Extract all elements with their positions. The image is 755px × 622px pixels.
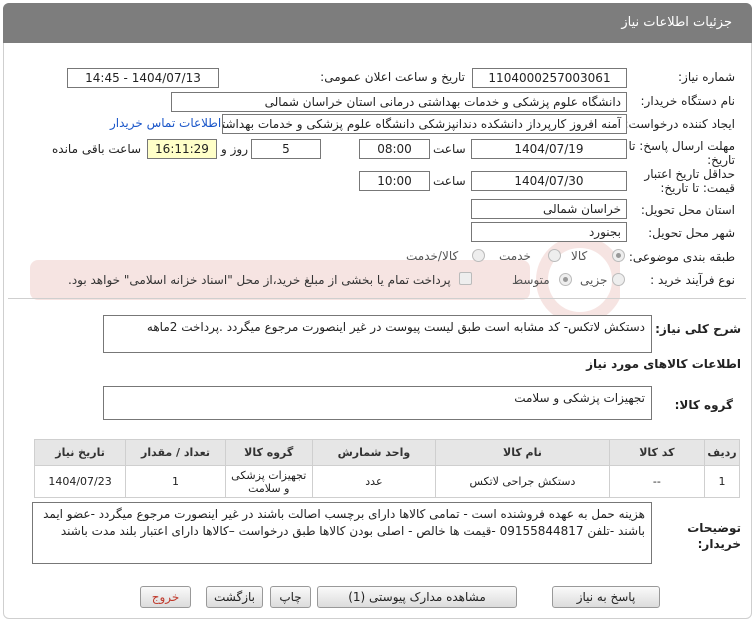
process-option-medium: متوسط [512, 273, 550, 287]
buyer-org-field: دانشگاه علوم پزشکی و خدمات بهداشتی درمان… [171, 92, 627, 112]
validity-time-label: ساعت [433, 174, 466, 188]
cell-unit: عدد [311, 465, 437, 498]
cell-qty: 1 [125, 465, 226, 498]
category-radio-goods[interactable] [612, 249, 625, 262]
category-radio-goods-service[interactable] [472, 249, 485, 262]
buyer-notes-label: توضیحات خریدار: [687, 521, 741, 551]
col-group-header: گروه کالا [224, 439, 313, 466]
goods-group-label: گروه کالا: [674, 398, 733, 412]
col-row-header: ردیف [704, 439, 740, 466]
need-number-field: 1104000257003061 [472, 68, 627, 88]
description-field: دستکش لاتکس- کد مشابه است طبق لیست پیوست… [103, 315, 652, 353]
deadline-date-field: 1404/07/19 [471, 139, 627, 159]
cell-row: 1 [704, 465, 740, 498]
cell-group: تجهیزات پزشکی و سلامت [224, 465, 313, 498]
reply-button[interactable]: پاسخ به نیاز [552, 586, 660, 608]
cell-date: 1404/07/23 [33, 465, 127, 498]
header-bar: جزئیات اطلاعات نیاز [3, 3, 752, 43]
province-label: استان محل تحویل: [640, 203, 735, 217]
validity-date-field: 1404/07/30 [471, 171, 627, 191]
validity-label: حداقل تاریخ اعتبار قیمت: تا تاریخ: [644, 167, 735, 195]
payment-checkbox[interactable] [459, 272, 472, 285]
col-unit-header: واحد شمارش [311, 439, 437, 466]
buyer-org-label: نام دستگاه خریدار: [640, 94, 736, 108]
category-radio-service[interactable] [548, 249, 561, 262]
page-title: جزئیات اطلاعات نیاز [621, 15, 732, 30]
exit-button[interactable]: خروج [140, 586, 191, 608]
validity-time-field: 10:00 [359, 171, 430, 191]
buyer-notes-field: هزینه حمل به عهده فروشنده است - تمامی کا… [32, 502, 652, 564]
requester-field: آمنه افروز کارپرداز دانشکده دندانپزشکی د… [222, 114, 627, 134]
process-radio-partial[interactable] [612, 273, 625, 286]
deadline-time-label: ساعت [433, 142, 466, 156]
divider [8, 298, 746, 299]
remaining-label: ساعت باقی مانده [52, 142, 142, 156]
goods-section-title: اطلاعات کالاهای مورد نیاز [586, 357, 741, 371]
payment-note: پرداخت تمام یا بخشی از مبلغ خرید،از محل … [68, 273, 451, 287]
city-label: شهر محل تحویل: [648, 226, 735, 240]
buyer-contact-link[interactable]: اطلاعات تماس خریدار [110, 116, 221, 130]
process-label: نوع فرآیند خرید : [650, 273, 735, 287]
announce-field: 1404/07/13 - 14:45 [67, 68, 219, 88]
remaining-time-field: 16:11:29 [147, 139, 217, 159]
category-option-service: خدمت [499, 249, 531, 263]
col-name-header: نام کالا [435, 439, 610, 466]
cell-name: دستکش جراحی لاتکس [435, 465, 610, 498]
description-label: شرح کلی نیاز: [655, 322, 741, 336]
goods-group-field: تجهیزات پزشکی و سلامت [103, 386, 652, 420]
col-qty-header: تعداد / مقدار [125, 439, 226, 466]
province-field: خراسان شمالی [471, 199, 627, 219]
requester-label: ایجاد کننده درخواست: [624, 117, 735, 131]
col-code-header: کد کالا [608, 439, 706, 466]
city-field: بجنورد [471, 222, 627, 242]
process-radio-medium[interactable] [559, 273, 572, 286]
table-header-row: ردیف کد کالا نام کالا واحد شمارش گروه کا… [33, 439, 740, 466]
category-option-goods: کالا [571, 249, 588, 263]
deadline-label: مهلت ارسال پاسخ: تا تاریخ: [628, 139, 735, 167]
print-button[interactable]: چاپ [270, 586, 311, 608]
days-label: روز و [221, 142, 248, 156]
table-row: 1 -- دستکش جراحی لاتکس عدد تجهیزات پزشکی… [33, 465, 740, 498]
attachments-button[interactable]: مشاهده مدارک پیوستی (1) [317, 586, 517, 608]
back-button[interactable]: بازگشت [206, 586, 263, 608]
cell-code: -- [608, 465, 706, 498]
deadline-time-field: 08:00 [359, 139, 430, 159]
days-count-field: 5 [251, 139, 321, 159]
need-number-label: شماره نیاز: [678, 70, 735, 84]
col-date-header: تاریخ نیاز [33, 439, 127, 466]
items-table: ردیف کد کالا نام کالا واحد شمارش گروه کا… [33, 439, 740, 498]
announce-label: تاریخ و ساعت اعلان عمومی: [320, 70, 465, 84]
process-option-partial: جزیی [580, 273, 608, 287]
category-label: طبقه بندی موضوعی: [628, 250, 735, 264]
category-option-goods-service: کالا/خدمت [406, 249, 459, 263]
